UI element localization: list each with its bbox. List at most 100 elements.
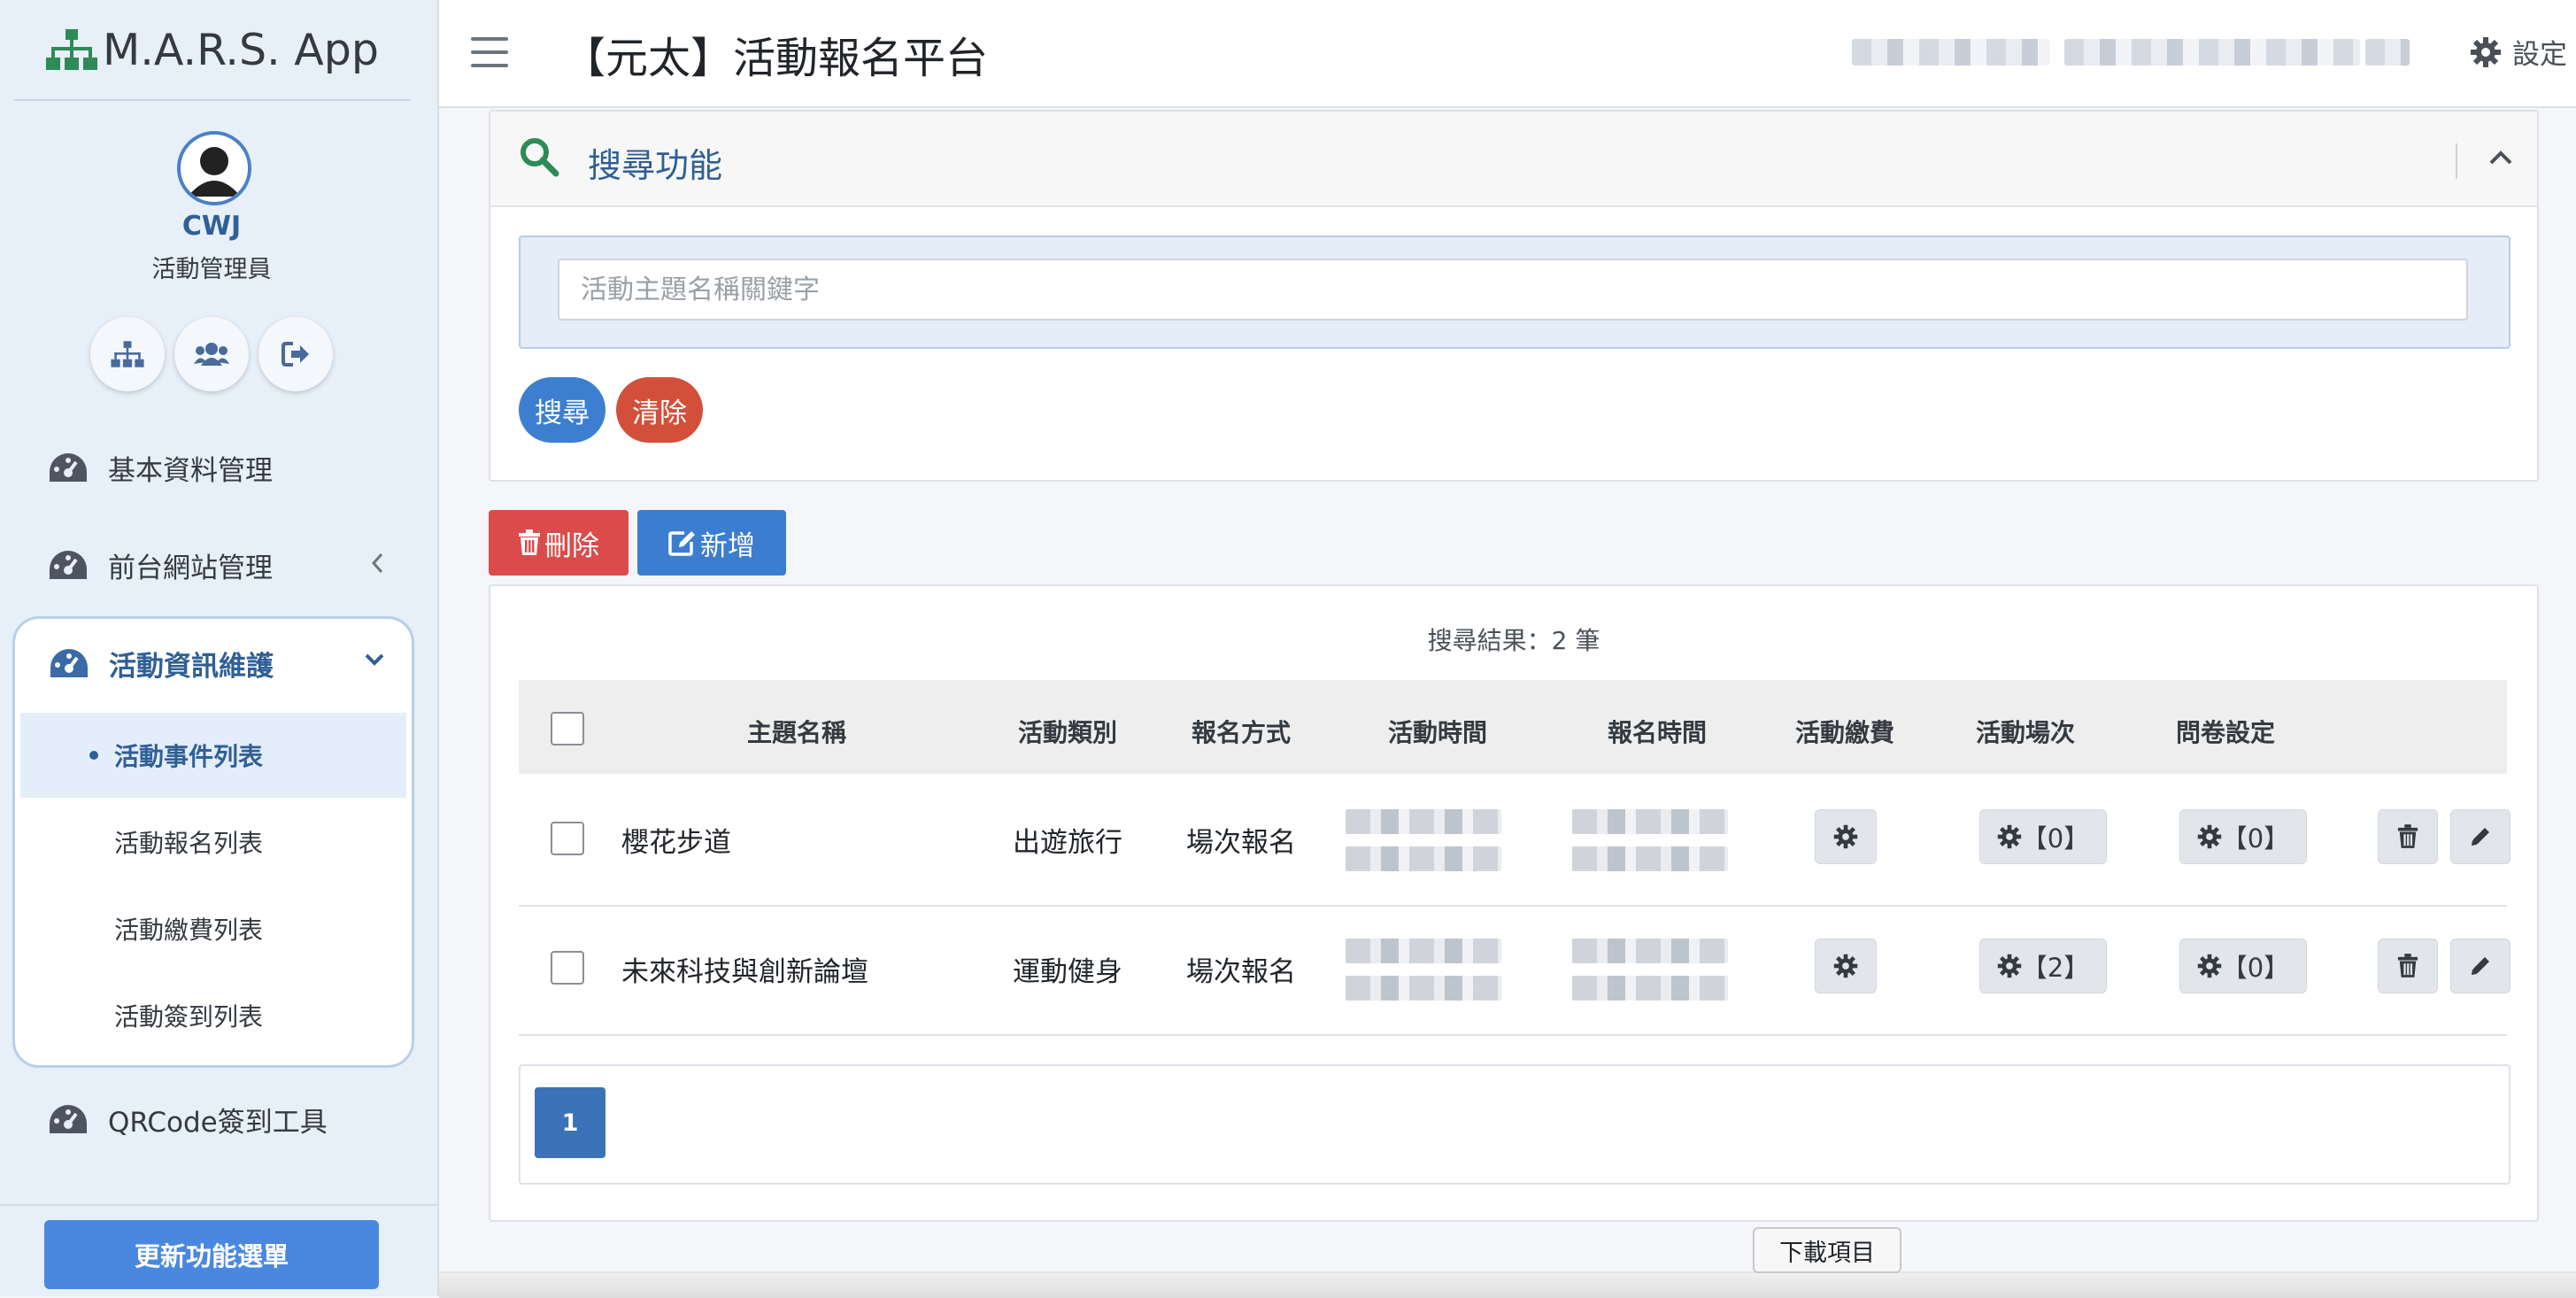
- sidebar-subitem-payment-list[interactable]: 活動繳費列表: [20, 886, 406, 971]
- sidebar-group-activity-info: 活動資訊維護 活動事件列表 活動報名列表 活動繳費列表 活動簽到列表: [12, 616, 414, 1068]
- row-delete-button[interactable]: [2378, 809, 2438, 864]
- sidebar-item-frontend-site[interactable]: 前台網站管理: [14, 529, 411, 600]
- registration-method: 場次報名: [1186, 956, 1296, 988]
- survey-button[interactable]: 【0】: [2179, 809, 2307, 864]
- dashboard-icon: [50, 1105, 87, 1133]
- profile-role: 活動管理員: [151, 256, 272, 283]
- select-all-checkbox[interactable]: [551, 712, 584, 746]
- sessions-button[interactable]: 【0】: [1979, 809, 2107, 864]
- payment-settings-button[interactable]: [1815, 939, 1877, 993]
- search-input[interactable]: [558, 259, 2468, 321]
- redacted-registration-time: [1572, 809, 1728, 834]
- logout-button[interactable]: [258, 317, 333, 391]
- chevron-up-icon[interactable]: [2487, 145, 2514, 172]
- sidebar-item-label: 前台網站管理: [108, 552, 273, 584]
- search-card-title: 搜尋功能: [588, 146, 723, 185]
- column-header: 問卷設定: [2175, 718, 2275, 747]
- brand-name: M.A.R.S. App: [103, 24, 379, 75]
- sidebar-item-label: 基本資料管理: [108, 454, 273, 487]
- search-box: [519, 236, 2510, 349]
- top-bar: 【元太】活動報名平台 設定: [439, 0, 2576, 108]
- settings-label: 設定: [2512, 39, 2567, 71]
- gear-icon: [1997, 954, 2021, 978]
- dashboard-icon: [50, 649, 88, 677]
- gear-icon: [1833, 954, 1858, 978]
- column-header: 報名時間: [1607, 718, 1707, 747]
- active-dot: [89, 751, 98, 760]
- column-header: 活動場次: [1975, 718, 2075, 747]
- survey-button[interactable]: 【0】: [2179, 939, 2307, 993]
- gear-icon: [2471, 36, 2501, 67]
- redacted-user-info: [1852, 39, 2050, 66]
- clear-button[interactable]: 清除: [616, 377, 703, 443]
- row-checkbox[interactable]: [551, 822, 584, 855]
- pencil-icon: [2472, 828, 2489, 846]
- gear-icon: [1997, 824, 2021, 849]
- gear-icon: [2197, 954, 2221, 978]
- download-tooltip: 下載項目: [1753, 1227, 1901, 1273]
- divider: [2456, 143, 2457, 179]
- redacted-registration-time: [1572, 846, 1728, 871]
- results-card: 搜尋結果：2 筆 主題名稱 活動類別 報名方式 活動時間 報名時間 活動繳費 活…: [489, 584, 2539, 1222]
- sidebar-subitem-registration-list[interactable]: 活動報名列表: [20, 800, 406, 885]
- dashboard-icon: [50, 453, 87, 482]
- chevron-left-icon: [371, 552, 383, 574]
- row-edit-button[interactable]: [2450, 939, 2510, 993]
- registration-method: 場次報名: [1186, 827, 1296, 859]
- edit-icon: [668, 531, 695, 556]
- sidebar-subitem-label: 活動繳費列表: [114, 916, 264, 945]
- divider: [0, 1204, 437, 1206]
- column-header: 活動繳費: [1794, 718, 1894, 747]
- update-menu-button[interactable]: 更新功能選單: [44, 1220, 379, 1289]
- sitemap-button[interactable]: [90, 317, 165, 391]
- redacted-user-info: [2064, 39, 2360, 66]
- sidebar-item-activity-info[interactable]: 活動資訊維護: [15, 619, 412, 707]
- logout-icon: [282, 342, 309, 367]
- sitemap-icon: [46, 29, 97, 70]
- download-bar: [439, 1271, 2576, 1298]
- activity-category: 出遊旅行: [1013, 827, 1122, 859]
- hamburger-menu-icon[interactable]: [471, 37, 508, 67]
- sidebar-item-basic-data[interactable]: 基本資料管理: [14, 432, 411, 503]
- table-row: 未來科技與創新論壇 運動健身 場次報名 【2】 【0】: [519, 905, 2510, 1036]
- dashboard-icon: [50, 551, 87, 579]
- sidebar-subitem-label: 活動簽到列表: [114, 1002, 264, 1031]
- users-button[interactable]: [174, 317, 249, 391]
- sessions-button[interactable]: 【2】: [1979, 939, 2107, 993]
- add-label: 新增: [700, 529, 755, 562]
- delete-button[interactable]: 刪除: [489, 510, 629, 576]
- sessions-count: 【2】: [2021, 953, 2090, 983]
- search-button[interactable]: 搜尋: [519, 377, 605, 443]
- result-count: 搜尋結果：2 筆: [1427, 626, 1600, 655]
- redacted-activity-time: [1346, 939, 1501, 963]
- table-row: 櫻花步道 出遊旅行 場次報名 【0】 【0】: [519, 776, 2510, 907]
- survey-count: 【0】: [2221, 823, 2290, 854]
- sidebar-subitem-event-list[interactable]: 活動事件列表: [20, 713, 406, 798]
- topic-name: 未來科技與創新論壇: [621, 956, 868, 988]
- row-edit-button[interactable]: [2450, 809, 2510, 864]
- sidebar-subitem-checkin-list[interactable]: 活動簽到列表: [20, 973, 406, 1058]
- sidebar-item-label: QRCode簽到工具: [108, 1106, 328, 1139]
- search-card-header: 搜尋功能: [490, 112, 2537, 207]
- activity-category: 運動健身: [1013, 956, 1122, 988]
- column-header: 報名方式: [1191, 718, 1291, 747]
- sessions-count: 【0】: [2021, 823, 2090, 854]
- avatar[interactable]: [177, 131, 251, 205]
- sidebar-item-qrcode-tool[interactable]: QRCode簽到工具: [14, 1084, 411, 1155]
- row-delete-button[interactable]: [2378, 939, 2438, 993]
- column-header: 主題名稱: [746, 718, 846, 747]
- payment-settings-button[interactable]: [1815, 809, 1877, 864]
- sidebar-item-label: 活動資訊維護: [109, 650, 274, 683]
- brand[interactable]: M.A.R.S. App: [14, 0, 411, 101]
- chevron-down-icon: [365, 653, 384, 666]
- sitemap-icon: [111, 341, 144, 367]
- page-button-current[interactable]: 1: [535, 1087, 605, 1158]
- page-title: 【元太】活動報名平台: [563, 34, 989, 83]
- settings-button[interactable]: 設定: [2470, 32, 2567, 72]
- pagination: 1: [519, 1064, 2510, 1185]
- add-button[interactable]: 新增: [637, 510, 786, 576]
- column-header: 活動時間: [1387, 718, 1487, 747]
- redacted-user-info: [2365, 39, 2410, 66]
- trash-icon: [2397, 824, 2418, 848]
- row-checkbox[interactable]: [551, 951, 584, 985]
